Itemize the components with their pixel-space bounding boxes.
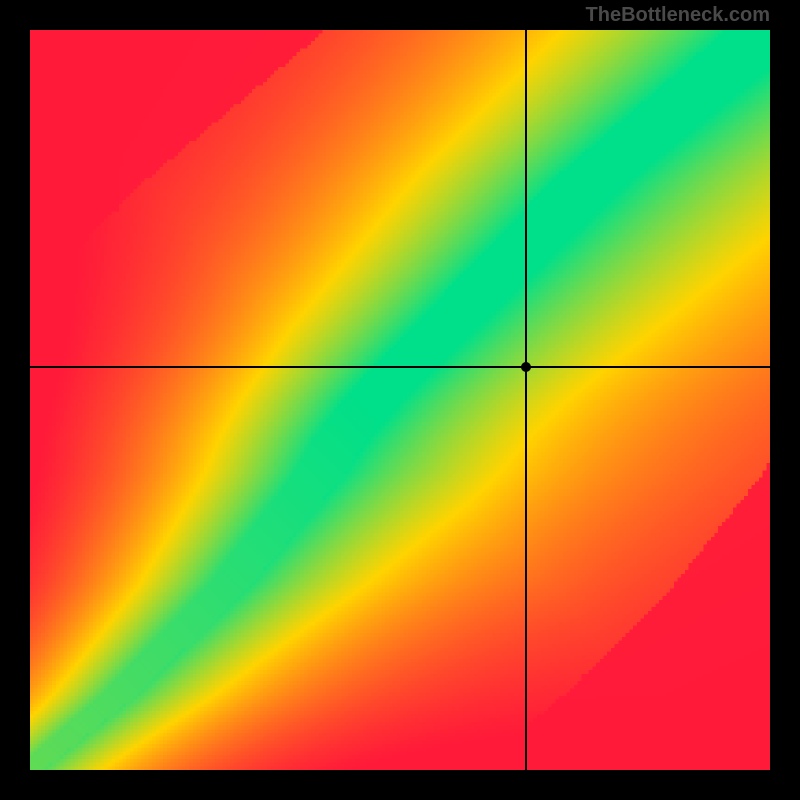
marker-dot [521, 362, 531, 372]
heatmap-canvas [30, 30, 770, 770]
crosshair-vertical [525, 30, 527, 770]
attribution-text: TheBottleneck.com [586, 4, 770, 27]
heatmap-plot [30, 30, 770, 770]
crosshair-horizontal [30, 366, 770, 368]
